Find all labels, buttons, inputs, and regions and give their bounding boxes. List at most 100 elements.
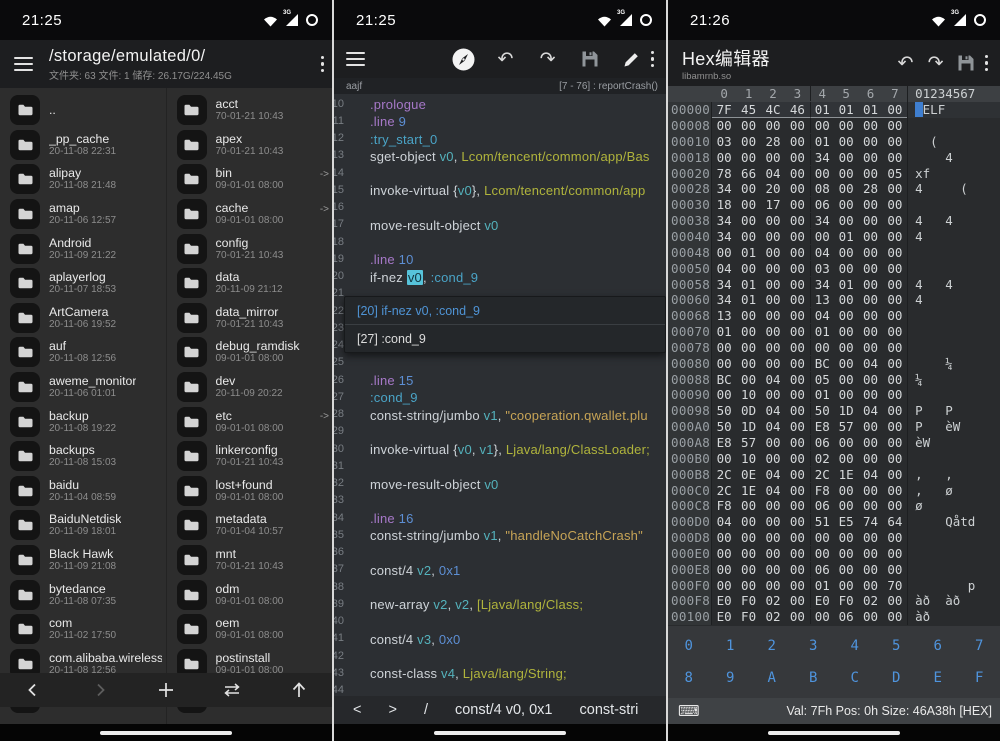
code-line[interactable]: 28const-string/jumbo v1, "cooperation.qw… (334, 407, 666, 424)
hex-byte[interactable]: 00 (785, 118, 809, 133)
hex-byte[interactable]: 00 (712, 387, 736, 402)
hex-byte[interactable]: 2C (810, 467, 834, 482)
file-item[interactable]: ArtCamera20-11-06 19:52 (0, 301, 166, 336)
hex-byte[interactable]: 00 (761, 292, 785, 307)
hex-byte[interactable]: 01 (858, 102, 882, 118)
hex-byte[interactable]: 00 (736, 134, 760, 149)
hex-byte[interactable]: 1D (736, 419, 760, 434)
hex-byte[interactable]: 00 (785, 213, 809, 228)
file-item[interactable]: aplayerlog20-11-07 18:53 (0, 266, 166, 301)
hex-byte[interactable]: 00 (883, 483, 907, 498)
ascii-cell[interactable]: àð àð (907, 593, 1000, 609)
hex-byte[interactable]: 00 (883, 324, 907, 339)
code-line[interactable]: 42 (334, 648, 666, 665)
hex-byte[interactable]: 00 (834, 451, 858, 466)
hex-byte[interactable]: 00 (858, 483, 882, 498)
hex-byte[interactable]: 00 (858, 609, 882, 624)
hex-key-9[interactable]: 9 (710, 663, 752, 693)
hex-byte[interactable]: 05 (810, 372, 834, 387)
hex-byte[interactable]: 00 (834, 387, 858, 402)
hex-byte[interactable]: 00 (761, 261, 785, 276)
ascii-cell[interactable]: 4 (907, 292, 1000, 308)
hex-byte[interactable]: 00 (810, 530, 834, 545)
hex-key-2[interactable]: 2 (751, 631, 793, 661)
hex-byte[interactable]: 28 (761, 134, 785, 149)
hex-byte[interactable]: 00 (858, 229, 882, 244)
hex-key-A[interactable]: A (751, 663, 793, 693)
file-item[interactable]: acct70-01-21 10:43 (167, 93, 333, 128)
menu-icon[interactable] (6, 49, 41, 79)
ascii-cell[interactable] (907, 545, 1000, 561)
hex-byte[interactable]: 04 (761, 467, 785, 482)
hex-byte[interactable]: 00 (883, 467, 907, 482)
hex-byte[interactable]: 00 (834, 530, 858, 545)
hex-byte[interactable]: 00 (736, 118, 760, 133)
hex-byte[interactable]: 01 (736, 292, 760, 307)
code-line[interactable]: 35const-string/jumbo v1, "handleNoCatchC… (334, 527, 666, 544)
hex-byte[interactable]: 04 (761, 419, 785, 434)
hex-byte[interactable]: 17 (761, 197, 785, 212)
hex-byte[interactable]: 00 (834, 483, 858, 498)
hex-byte[interactable]: 1E (736, 483, 760, 498)
hex-key-E[interactable]: E (917, 663, 959, 693)
hex-byte[interactable]: 34 (810, 213, 834, 228)
code-line[interactable]: 18 (334, 234, 666, 251)
code-line[interactable]: 36 (334, 545, 666, 562)
code-line[interactable]: 41const/4 v3, 0x0 (334, 631, 666, 648)
hex-byte[interactable]: 00 (883, 229, 907, 244)
breadcrumb[interactable]: aajf (346, 81, 362, 92)
hex-byte[interactable]: 00 (736, 261, 760, 276)
hex-byte[interactable]: 00 (785, 562, 809, 577)
hex-byte[interactable]: 00 (736, 578, 760, 593)
file-item[interactable]: .. (0, 93, 166, 128)
hex-byte[interactable]: 00 (736, 530, 760, 545)
file-item[interactable]: oem09-01-01 08:00 (167, 612, 333, 647)
hex-byte[interactable]: 00 (834, 435, 858, 450)
code-line[interactable]: 38 (334, 579, 666, 596)
ascii-cell[interactable]: ¼ (907, 371, 1000, 387)
hex-byte[interactable]: 00 (736, 229, 760, 244)
hex-byte[interactable]: 34 (810, 277, 834, 292)
hex-byte[interactable]: 00 (883, 197, 907, 212)
hex-byte[interactable]: 01 (712, 324, 736, 339)
undo-icon[interactable]: ↶ (491, 44, 521, 74)
hex-byte[interactable]: 00 (834, 578, 858, 593)
hex-byte[interactable]: 00 (785, 514, 809, 529)
hex-byte[interactable]: 74 (858, 514, 882, 529)
hex-byte[interactable]: 00 (858, 546, 882, 561)
hex-byte[interactable]: 00 (834, 166, 858, 181)
file-item[interactable]: dev20-11-09 20:22 (167, 370, 333, 405)
hex-byte[interactable]: 00 (785, 150, 809, 165)
jump-target-item[interactable]: [20] if-nez v0, :cond_9 (345, 297, 665, 324)
hex-byte[interactable]: E0 (810, 593, 834, 608)
hex-byte[interactable]: 00 (883, 308, 907, 323)
hex-byte[interactable]: F8 (810, 483, 834, 498)
hex-byte[interactable]: 34 (712, 229, 736, 244)
hex-byte[interactable]: 00 (834, 324, 858, 339)
hex-byte[interactable]: 06 (834, 609, 858, 624)
file-item[interactable]: backups20-11-08 15:03 (0, 439, 166, 474)
hex-byte[interactable]: 00 (883, 134, 907, 149)
hex-key-3[interactable]: 3 (793, 631, 835, 661)
hex-byte[interactable]: 00 (883, 245, 907, 260)
hex-byte[interactable]: 00 (736, 213, 760, 228)
hex-byte[interactable]: 00 (785, 593, 809, 608)
code-line[interactable]: 19.line 10 (334, 251, 666, 268)
snippet-button[interactable]: > (388, 702, 396, 718)
hex-byte[interactable]: 04 (858, 356, 882, 371)
hex-byte[interactable]: 00 (712, 562, 736, 577)
hex-byte[interactable]: 00 (785, 308, 809, 323)
hex-byte[interactable]: 00 (883, 593, 907, 608)
code-line[interactable]: 26.line 15 (334, 372, 666, 389)
hex-byte[interactable]: 20 (761, 181, 785, 196)
hex-byte[interactable]: 00 (785, 498, 809, 513)
hex-byte[interactable]: 00 (736, 308, 760, 323)
snippet-button[interactable]: / (424, 702, 428, 718)
code-line[interactable]: 10.prologue (334, 96, 666, 113)
hex-byte[interactable]: 51 (810, 514, 834, 529)
hex-key-6[interactable]: 6 (917, 631, 959, 661)
ascii-cell[interactable]: 4 (907, 229, 1000, 245)
hex-byte[interactable]: 00 (785, 467, 809, 482)
hex-byte[interactable]: 00 (761, 308, 785, 323)
hex-byte[interactable]: 00 (785, 356, 809, 371)
